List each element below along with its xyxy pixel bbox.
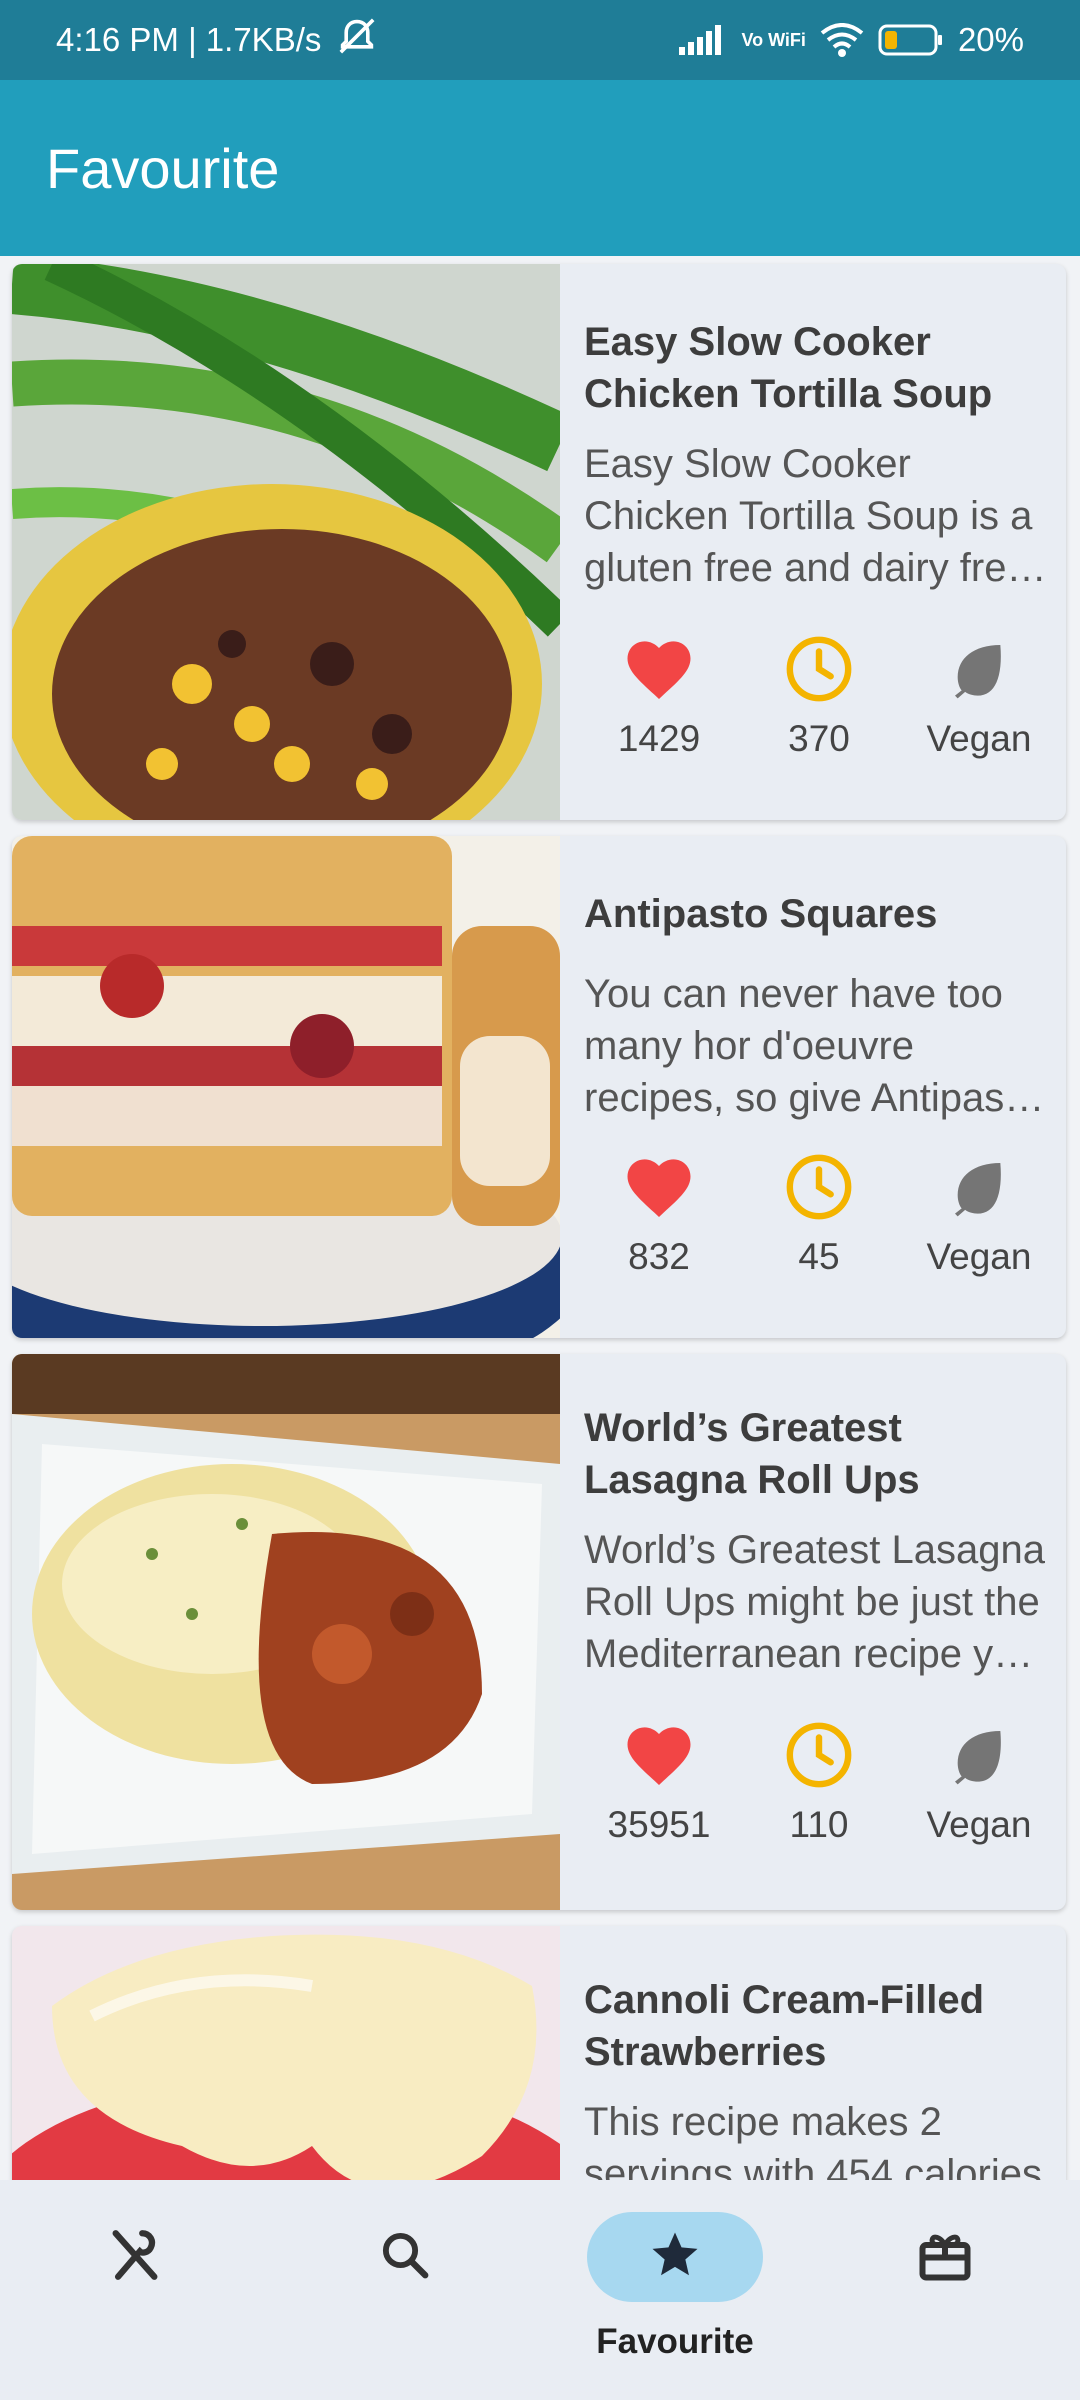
- recipe-card[interactable]: Cannoli Cream-Filled Strawberries This r…: [12, 1926, 1066, 2180]
- recipe-card[interactable]: World’s Greatest Lasagna Roll Ups World’…: [12, 1354, 1066, 1910]
- nav-label-favourite: Favourite: [596, 2322, 754, 2361]
- nav-item-search[interactable]: [270, 2180, 540, 2400]
- leaf-icon: [947, 1152, 1011, 1222]
- recipe-title: Easy Slow Cooker Chicken Tortilla Soup: [584, 320, 993, 416]
- diet-stat: Vegan: [904, 1720, 1054, 1846]
- time-stat: 110: [744, 1720, 894, 1846]
- recipe-image: [12, 1926, 560, 2180]
- clock-icon: [784, 634, 854, 704]
- status-bar: 4:16 PM | 1.7KB/s Vo WiFi 20%: [0, 0, 1080, 80]
- recipe-image: [12, 1354, 560, 1910]
- nav-item-favourite[interactable]: Favourite: [540, 2180, 810, 2400]
- diet-label: Vegan: [926, 1236, 1032, 1277]
- mute-icon: [335, 18, 379, 62]
- clock-icon: [784, 1720, 854, 1790]
- recipe-description: You can never have too many hor d'oeuvre…: [584, 972, 1038, 1120]
- signal-icon: [677, 25, 727, 55]
- time-stat: 45: [744, 1152, 894, 1278]
- battery-percent: 20%: [957, 21, 1024, 58]
- recipe-title: Antipasto Squares: [584, 892, 938, 936]
- nav-item-food-joke[interactable]: [810, 2180, 1080, 2400]
- recipe-card[interactable]: Antipasto Squares You can never have too…: [12, 836, 1066, 1338]
- nav-pill[interactable]: [47, 2212, 223, 2302]
- heart-icon: [623, 1720, 695, 1790]
- recipe-list[interactable]: Easy Slow Cooker Chicken Tortilla Soup E…: [0, 256, 1080, 2180]
- recipe-title: World’s Greatest Lasagna Roll Ups: [584, 1406, 920, 1502]
- recipe-title: Cannoli Cream-Filled Strawberries: [584, 1978, 985, 2074]
- recipe-description: Easy Slow Cooker Chicken Tortilla Soup i…: [584, 442, 1033, 590]
- heart-icon: [623, 634, 695, 704]
- nav-pill[interactable]: [857, 2212, 1033, 2302]
- nav-pill-active[interactable]: [587, 2212, 763, 2302]
- recipe-stats: 832 45 Vegan: [584, 1152, 1054, 1278]
- nav-pill[interactable]: [317, 2212, 493, 2302]
- diet-stat: Vegan: [904, 634, 1054, 760]
- diet-stat: Vegan: [904, 1152, 1054, 1278]
- likes-count: 35951: [607, 1804, 711, 1845]
- star-icon: [648, 2228, 702, 2287]
- diet-label: Vegan: [926, 1804, 1032, 1845]
- vowifi-label: Vo WiFi: [741, 30, 806, 50]
- food-joke-icon: [915, 2225, 975, 2290]
- likes-stat: 35951: [584, 1720, 734, 1846]
- likes-count: 1429: [617, 718, 701, 759]
- leaf-icon: [947, 634, 1011, 704]
- restaurant-icon: [106, 2226, 164, 2289]
- time-minutes: 370: [788, 718, 850, 759]
- status-time-speed: 4:16 PM | 1.7KB/s: [56, 21, 322, 58]
- time-minutes: 45: [798, 1236, 840, 1277]
- recipe-description: World’s Greatest Lasagna Roll Ups might …: [584, 1528, 1045, 1676]
- time-stat: 370: [744, 634, 894, 760]
- diet-label: Vegan: [926, 718, 1032, 759]
- recipe-stats: 1429 370 Vegan: [584, 634, 1054, 760]
- leaf-icon: [947, 1720, 1011, 1790]
- wifi-icon: [820, 23, 864, 57]
- page-title: Favourite: [46, 136, 280, 200]
- recipe-image: [12, 264, 560, 820]
- recipe-stats: 35951 110 Vegan: [584, 1720, 1054, 1846]
- recipe-image: [12, 836, 560, 1338]
- recipe-description: This recipe makes 2 servings with 454 ca…: [584, 2100, 1042, 2180]
- clock-icon: [784, 1152, 854, 1222]
- battery-icon: [878, 23, 944, 57]
- time-minutes: 110: [789, 1804, 849, 1845]
- likes-stat: 1429: [584, 634, 734, 760]
- nav-item-recipes[interactable]: [0, 2180, 270, 2400]
- app-bar: Favourite: [0, 80, 1080, 256]
- search-icon: [378, 2228, 432, 2287]
- recipe-card[interactable]: Easy Slow Cooker Chicken Tortilla Soup E…: [12, 264, 1066, 820]
- heart-icon: [623, 1152, 695, 1222]
- likes-stat: 832: [584, 1152, 734, 1278]
- likes-count: 832: [628, 1236, 690, 1277]
- bottom-navigation: Favourite: [0, 2180, 1080, 2400]
